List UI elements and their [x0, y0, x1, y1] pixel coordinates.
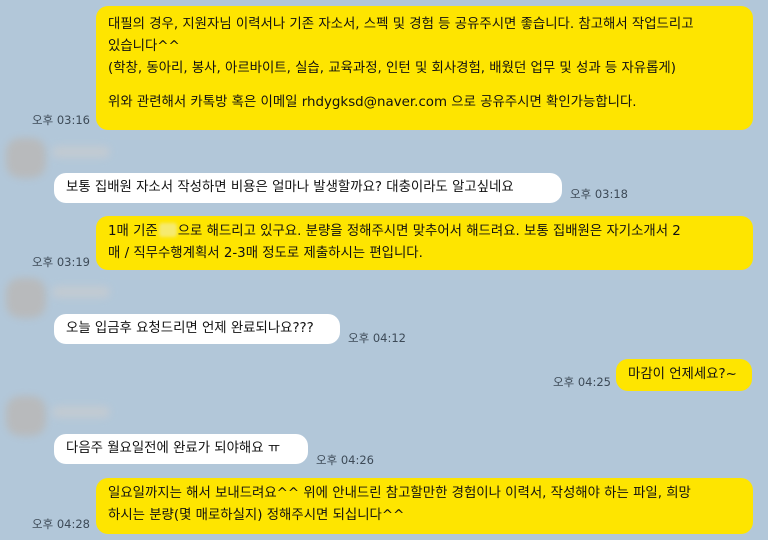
message-text-line: 대필의 경우, 지원자님 이력서나 기존 자소서, 스펙 및 경험 등 공유주시…: [108, 17, 694, 32]
my-message-bubble[interactable]: 마감이 언제세요?~: [616, 359, 752, 391]
sender-avatar[interactable]: [6, 138, 46, 178]
received-message-bubble[interactable]: 보통 집배원 자소서 작성하면 비용은 얼마나 발생할까요? 대충이라도 알고싶…: [54, 173, 562, 203]
sender-avatar[interactable]: [6, 396, 46, 436]
received-message-bubble[interactable]: 다음주 월요일전에 완료가 되야해요 ㅠ: [54, 434, 308, 464]
sender-name: [52, 286, 110, 298]
message-timestamp: 오후 03:18: [570, 187, 628, 201]
message-text-line: 1매 기준 으로 해드리고 있구요. 분량을 정해주시면 맞추어서 해드려요. 보…: [108, 221, 741, 243]
message-timestamp: 오후 03:16: [32, 113, 90, 127]
sender-avatar[interactable]: [6, 278, 46, 318]
my-message-bubble[interactable]: 일요일까지는 해서 보내드려요^^ 위에 안내드린 참고할만한 경험이나 이력서…: [96, 478, 753, 534]
message-text-line: 오늘 입금후 요청드리면 언제 완료되나요???: [66, 321, 314, 336]
message-text-line: 마감이 언제세요?~: [628, 367, 737, 382]
message-text-line: 하시는 분량(몇 매로하실지) 정해주시면 되십니다^^: [108, 508, 405, 523]
message-text-segment: 1매 기준: [108, 224, 158, 239]
message-timestamp: 오후 04:28: [32, 517, 90, 531]
message-timestamp: 오후 03:19: [32, 255, 90, 269]
message-text-line: [108, 80, 741, 92]
my-message-bubble[interactable]: 대필의 경우, 지원자님 이력서나 기존 자소서, 스펙 및 경험 등 공유주시…: [96, 6, 753, 130]
sender-name: [52, 406, 110, 418]
message-text-line: 위와 관련해서 카톡방 혹은 이메일 rhdygksd@naver.com 으로…: [108, 95, 637, 110]
message-text-segment: 으로 해드리고 있구요. 분량을 정해주시면 맞추어서 해드려요. 보통 집배원…: [177, 224, 681, 239]
redacted-price: [158, 223, 177, 237]
my-message-bubble[interactable]: 1매 기준 으로 해드리고 있구요. 분량을 정해주시면 맞추어서 해드려요. 보…: [96, 216, 753, 270]
message-text-line: 다음주 월요일전에 완료가 되야해요 ㅠ: [66, 441, 281, 456]
sender-name: [52, 146, 110, 158]
message-text-line: 일요일까지는 해서 보내드려요^^ 위에 안내드린 참고할만한 경험이나 이력서…: [108, 486, 691, 501]
message-timestamp: 오후 04:12: [348, 331, 406, 345]
message-text-line: (학창, 동아리, 봉사, 아르바이트, 실습, 교육과정, 인턴 및 회사경험…: [108, 61, 676, 76]
message-timestamp: 오후 04:26: [316, 453, 374, 467]
message-text-line: 있습니다^^: [108, 39, 180, 54]
message-text-line: 매 / 직무수행계획서 2-3매 정도로 제출하시는 편입니다.: [108, 246, 423, 261]
message-text-line: 보통 집배원 자소서 작성하면 비용은 얼마나 발생할까요? 대충이라도 알고싶…: [66, 180, 514, 195]
received-message-bubble[interactable]: 오늘 입금후 요청드리면 언제 완료되나요???: [54, 314, 340, 344]
message-timestamp: 오후 04:25: [553, 375, 611, 389]
